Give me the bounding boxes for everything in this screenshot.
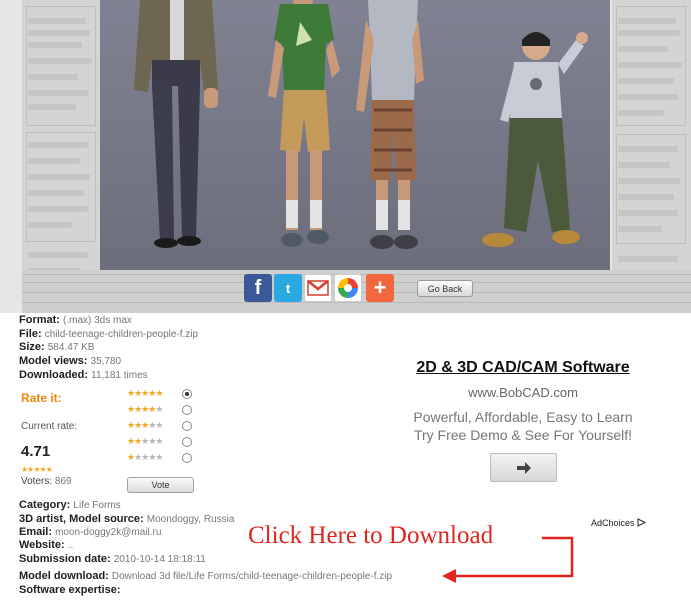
arrow-right-icon — [516, 461, 531, 474]
ad-go-button[interactable] — [490, 453, 557, 482]
software-row: Software expertise: — [19, 584, 120, 597]
size-value: 584.47 KB — [47, 342, 95, 353]
star-icon: ★ — [45, 465, 53, 474]
views-row: Model views: 35,780 — [19, 355, 121, 368]
views-value: 35,780 — [90, 356, 122, 367]
submission-row: Submission date: 2010-10-14 18:18:11 — [19, 553, 206, 566]
current-rate-label: Current rate: — [21, 421, 78, 432]
render-viewport — [100, 0, 610, 270]
max-panel-left — [22, 0, 100, 300]
gmail-share-button[interactable] — [304, 274, 332, 302]
voters-value: 869 — [54, 476, 72, 487]
download-link[interactable]: Download 3d file/Life Forms/child-teenag… — [112, 571, 392, 582]
star-icon: ★ — [155, 404, 163, 414]
star-icon: ★ — [155, 388, 163, 398]
current-rating-stars: ★★★★★ — [21, 465, 53, 474]
format-row: Format: (.max) 3ds max — [19, 314, 132, 327]
rating-stars-5: ★★★★★ — [127, 388, 163, 399]
more-share-button[interactable]: + — [366, 274, 394, 302]
size-row: Size: 584.47 KB — [19, 341, 94, 354]
vote-button[interactable]: Vote — [127, 477, 194, 493]
ad-title-link[interactable]: 2D & 3D CAD/CAM Software — [380, 359, 666, 377]
rating-radio-4[interactable] — [182, 405, 192, 415]
download-label: Model download: — [19, 570, 109, 582]
website-value[interactable]: .. — [68, 540, 74, 551]
google-share-button[interactable] — [334, 274, 362, 302]
artist-value: Moondoggy, Russia — [146, 514, 235, 525]
submission-label: Submission date: — [19, 553, 111, 565]
gmail-icon — [307, 280, 329, 296]
file-value: child-teenage-children-people-f.zip — [44, 329, 199, 340]
artist-label: 3D artist, Model source: — [19, 513, 144, 525]
email-label: Email: — [19, 526, 53, 538]
rating-radio-1[interactable] — [182, 453, 192, 463]
software-label: Software expertise: — [19, 584, 121, 596]
downloaded-row: Downloaded: 11,181 times — [19, 369, 148, 382]
voters-label: Voters: — [21, 476, 53, 487]
google-icon — [338, 278, 358, 298]
file-row: File: child-teenage-children-people-f.zi… — [19, 328, 198, 341]
ad-text-line-2: Try Free Demo & See For Yourself! — [413, 427, 633, 443]
star-icon: ★ — [155, 436, 163, 446]
download-row: Model download: Download 3d file/Life Fo… — [19, 570, 392, 583]
voters-row: Voters: 869 — [21, 476, 72, 487]
format-value: (.max) 3ds max — [63, 315, 132, 326]
model-preview-image — [0, 0, 691, 313]
star-icon: ★ — [155, 420, 163, 430]
rating-radio-2[interactable] — [182, 437, 192, 447]
category-label: Category: — [19, 499, 71, 511]
rating-stars-1: ★★★★★ — [127, 452, 163, 463]
ad-text-line-1: Powerful, Affordable, Easy to Learn — [413, 409, 633, 425]
facebook-icon: f — [254, 276, 262, 299]
twitter-share-button[interactable]: t — [274, 274, 302, 302]
rating-radio-3[interactable] — [182, 421, 192, 431]
facebook-share-button[interactable]: f — [244, 274, 272, 302]
rate-it-label: Rate it: — [21, 391, 62, 405]
downloaded-value: 11,181 times — [91, 370, 148, 381]
ad-url[interactable]: www.BobCAD.com — [380, 385, 666, 400]
adchoices-link[interactable]: AdChoices — [591, 518, 647, 528]
email-value[interactable]: moon-doggy2k@mail.ru — [55, 527, 161, 538]
characters-render — [100, 0, 610, 270]
adchoices-label: AdChoices — [591, 518, 635, 528]
max-panel-right — [612, 0, 691, 300]
downloaded-label: Downloaded: — [19, 369, 89, 381]
go-back-button[interactable]: Go Back — [417, 280, 473, 297]
website-label: Website: — [19, 539, 65, 551]
current-rate-value: 4.71 — [21, 443, 51, 460]
star-icon: ★ — [155, 452, 163, 462]
callout-arrow-icon — [442, 536, 574, 583]
file-label: File: — [19, 328, 42, 340]
artist-row: 3D artist, Model source: Moondoggy, Russ… — [19, 513, 234, 526]
submission-value: 2010-10-14 18:18:11 — [113, 554, 206, 565]
format-label: Format: — [19, 314, 60, 326]
website-row: Website: .. — [19, 539, 73, 552]
email-row: Email: moon-doggy2k@mail.ru — [19, 526, 161, 539]
views-label: Model views: — [19, 355, 88, 367]
rating-stars-4: ★★★★★ — [127, 404, 163, 415]
twitter-icon: t — [285, 280, 291, 296]
rating-stars-3: ★★★★★ — [127, 420, 163, 431]
adchoices-icon — [637, 518, 647, 527]
size-label: Size: — [19, 341, 45, 353]
category-value[interactable]: Life Forms — [73, 500, 120, 511]
rating-radio-5[interactable] — [182, 389, 192, 399]
plus-icon: + — [373, 275, 387, 300]
rating-stars-2: ★★★★★ — [127, 436, 163, 447]
category-row: Category: Life Forms — [19, 499, 121, 512]
